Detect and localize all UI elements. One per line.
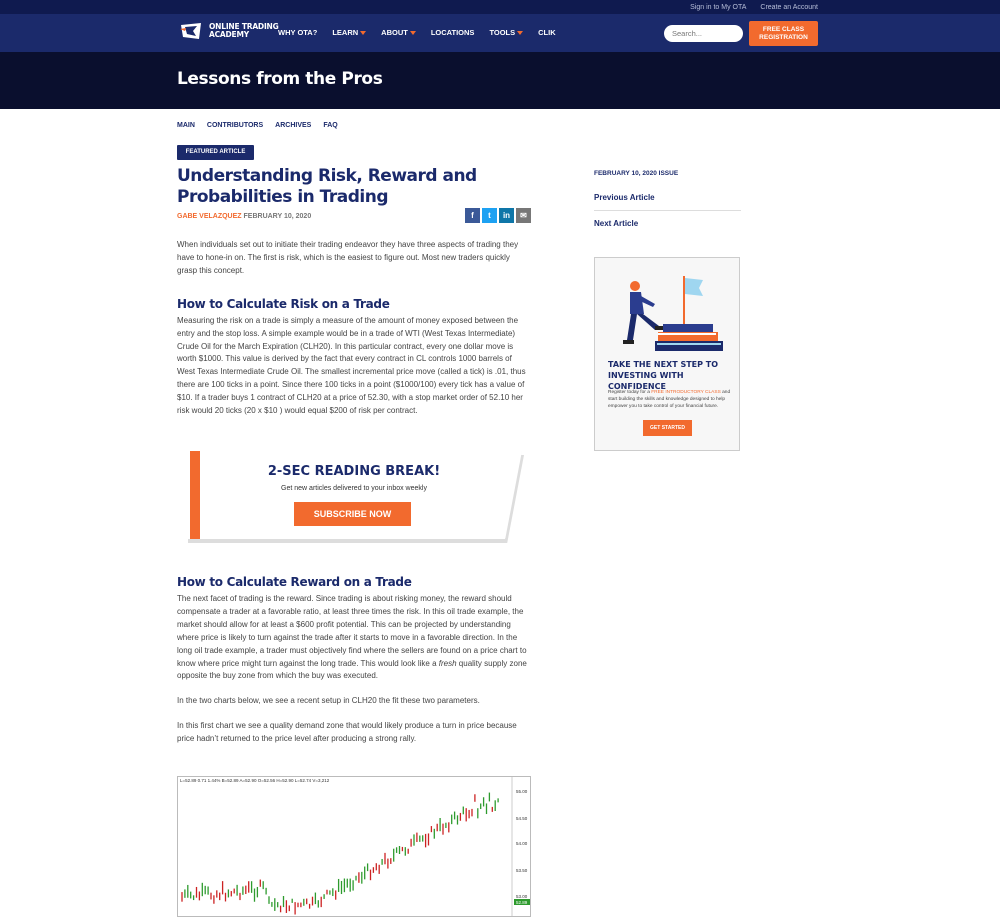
author-link[interactable]: GABE VELAZQUEZ xyxy=(177,213,242,220)
register-line-2: REGISTRATION xyxy=(759,33,808,41)
article-title: Understanding Risk, Reward and Probabili… xyxy=(177,166,477,207)
nav-item-clik[interactable]: CLIK xyxy=(538,28,556,37)
subnav-archives[interactable]: ARCHIVES xyxy=(275,122,311,129)
risk-heading: How to Calculate Risk on a Trade xyxy=(177,296,390,311)
last-price-label: 52.89 xyxy=(516,900,528,905)
article-body: Understanding Risk, Reward and Probabili… xyxy=(177,166,531,418)
hero-banner: Lessons from the Pros xyxy=(0,52,1000,109)
ad-title: TAKE THE NEXT STEP TO INVESTING WITH CON… xyxy=(608,360,719,391)
nav-item-whyota[interactable]: WHY OTA? xyxy=(278,28,317,37)
chevron-down-icon xyxy=(409,30,416,35)
nav-item-label: LEARN xyxy=(332,28,359,37)
article-body-continued: How to Calculate Reward on a Trade The n… xyxy=(177,575,531,746)
y-tick-label: 54.00 xyxy=(516,841,528,846)
price-chart: L=52.89 0.71 1.44% B=52.89 A=52.90 O=52.… xyxy=(177,776,531,917)
ad-text-highlight[interactable]: FREE INTRODUCTORY CLASS xyxy=(651,390,721,395)
reading-break-title: 2-SEC READING BREAK! xyxy=(267,464,441,479)
y-tick-label: 55.00 xyxy=(516,789,528,794)
sub-nav: MAIN CONTRIBUTORS ARCHIVES FAQ xyxy=(177,122,338,129)
intro-paragraph: When individuals set out to initiate the… xyxy=(177,240,519,275)
reward-text-a: The next facet of trading is the reward.… xyxy=(177,594,527,668)
nav-item-about[interactable]: ABOUT xyxy=(381,28,416,37)
climbing-books-illustration xyxy=(623,276,723,351)
create-account-link[interactable]: Create an Account xyxy=(760,4,818,11)
twitter-share-icon[interactable]: t xyxy=(482,208,497,223)
nav-item-label: CLIK xyxy=(538,28,556,37)
subscribe-button[interactable]: SUBSCRIBE NOW xyxy=(294,502,411,526)
nav-item-label: TOOLS xyxy=(489,28,516,37)
primary-nav: WHY OTA? LEARN ABOUT LOCATIONS TOOLS CLIK xyxy=(278,28,556,37)
top-utility-bar: Sign in to My OTA Create an Account xyxy=(0,0,1000,14)
facebook-share-icon[interactable]: f xyxy=(465,208,480,223)
chart-header: L=52.89 0.71 1.44% B=52.89 A=52.90 O=52.… xyxy=(180,778,330,783)
free-class-registration-button[interactable]: FREE CLASS REGISTRATION xyxy=(749,21,818,46)
previous-article-link[interactable]: Previous Article xyxy=(594,185,741,211)
chart-canvas: 55.00 54.50 54.00 53.50 53.0052.89 xyxy=(181,777,530,916)
chevron-down-icon xyxy=(360,30,367,35)
class-promo-ad[interactable]: TAKE THE NEXT STEP TO INVESTING WITH CON… xyxy=(594,257,740,451)
ad-text-a: Register today for a xyxy=(608,390,652,395)
reward-paragraph: The next facet of trading is the reward.… xyxy=(177,593,531,683)
chevron-down-icon xyxy=(517,30,524,35)
linkedin-share-icon[interactable]: in xyxy=(499,208,514,223)
y-tick-label: 53.00 xyxy=(516,894,528,899)
nav-item-tools[interactable]: TOOLS xyxy=(489,28,524,37)
logo-eagle-icon xyxy=(180,23,201,39)
get-started-button[interactable]: GET STARTED xyxy=(643,420,692,436)
page-title: Lessons from the Pros xyxy=(177,69,383,89)
nav-item-label: ABOUT xyxy=(381,28,408,37)
nav-item-locations[interactable]: LOCATIONS xyxy=(431,28,475,37)
ad-text: Register today for a FREE INTRODUCTORY C… xyxy=(608,389,733,410)
article-byline: GABE VELAZQUEZ FEBRUARY 10, 2020 f t in … xyxy=(177,208,531,225)
register-line-1: FREE CLASS xyxy=(762,26,805,33)
first-chart-paragraph: In this first chart we see a quality dem… xyxy=(177,721,517,744)
y-tick-label: 53.50 xyxy=(516,868,528,873)
featured-article-badge: FEATURED ARTICLE xyxy=(177,145,254,160)
nav-item-label: WHY OTA? xyxy=(278,28,318,37)
y-tick-label: 54.50 xyxy=(516,816,528,821)
logo-line-2: ACADEMY xyxy=(209,30,249,39)
email-share-icon[interactable]: ✉ xyxy=(516,208,531,223)
share-buttons: f t in ✉ xyxy=(465,208,531,223)
search-input[interactable] xyxy=(664,25,743,42)
nav-item-label: LOCATIONS xyxy=(430,28,475,37)
subnav-faq[interactable]: FAQ xyxy=(323,122,337,129)
subnav-contributors[interactable]: CONTRIBUTORS xyxy=(207,122,263,129)
main-navbar: ONLINE TRADING ACADEMY WHY OTA? LEARN ABOU… xyxy=(0,14,1000,52)
reward-heading: How to Calculate Reward on a Trade xyxy=(177,575,412,589)
reading-break-subtitle: Get new articles delivered to your inbox… xyxy=(281,485,427,492)
article-date: FEBRUARY 10, 2020 xyxy=(243,213,312,220)
issue-sidebar: FEBRUARY 10, 2020 ISSUE Previous Article… xyxy=(594,170,741,237)
risk-paragraph: Measuring the risk on a trade is simply … xyxy=(177,315,526,416)
logo[interactable]: ONLINE TRADING ACADEMY xyxy=(179,21,279,41)
nav-item-learn[interactable]: LEARN xyxy=(332,28,367,37)
two-charts-paragraph: In the two charts below, we see a recent… xyxy=(177,696,480,706)
sign-in-link[interactable]: Sign in to My OTA xyxy=(690,4,746,11)
next-article-link[interactable]: Next Article xyxy=(594,211,741,237)
reward-text-em: fresh xyxy=(438,658,457,668)
reading-break-box: 2-SEC READING BREAK! Get new articles de… xyxy=(186,451,524,543)
logo-text: ONLINE TRADING ACADEMY xyxy=(209,23,279,39)
subnav-main[interactable]: MAIN xyxy=(177,122,195,129)
issue-date: FEBRUARY 10, 2020 ISSUE xyxy=(594,170,679,177)
